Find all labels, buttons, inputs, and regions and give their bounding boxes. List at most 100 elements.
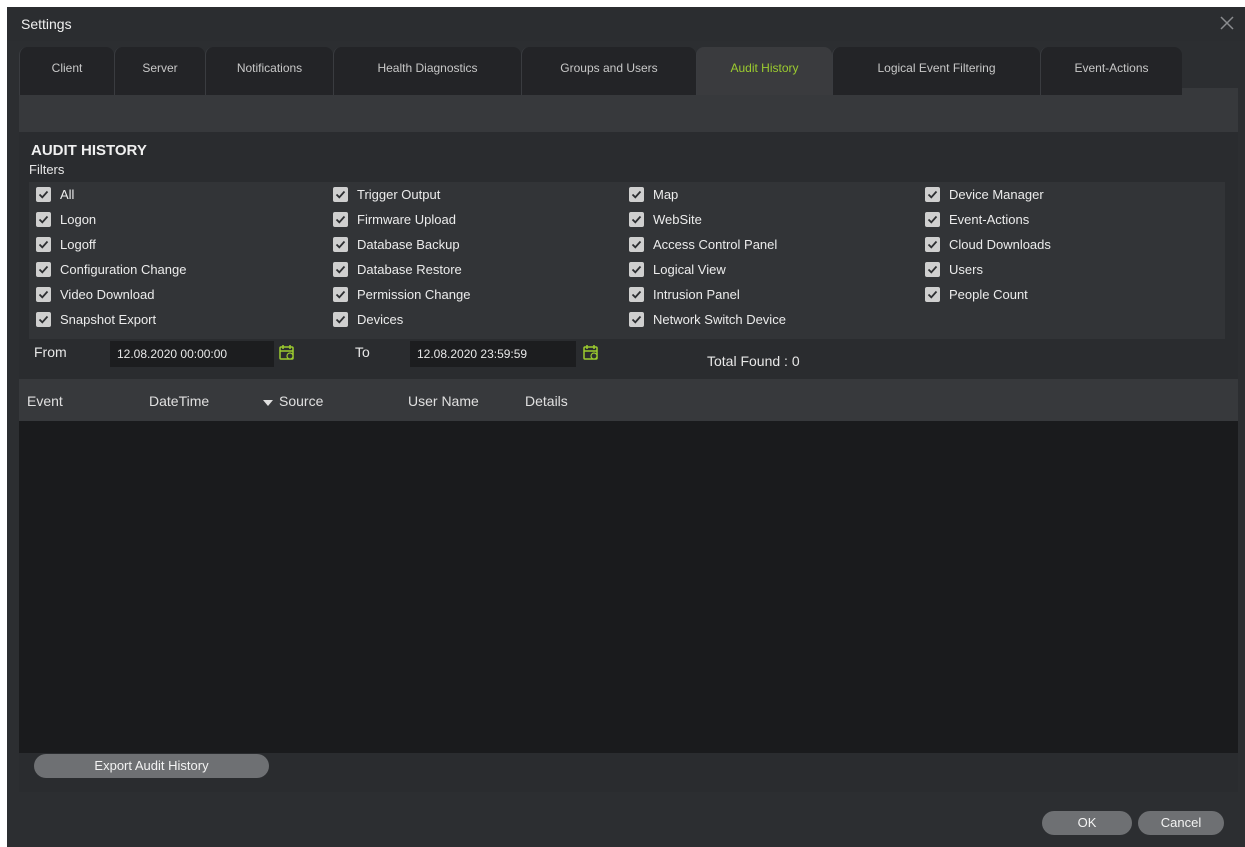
export-audit-history-button[interactable]: Export Audit History <box>34 754 269 778</box>
checkmark-icon[interactable] <box>36 286 51 302</box>
checkmark-icon[interactable] <box>629 311 644 327</box>
filter-label: Snapshot Export <box>60 311 157 327</box>
checkmark-icon[interactable] <box>333 311 348 327</box>
column-event[interactable]: Event <box>27 393 63 409</box>
checkmark-icon[interactable] <box>925 261 940 277</box>
tab-bar: Client Server Notifications Health Diagn… <box>19 47 1239 95</box>
tab-label: Notifications <box>236 61 303 75</box>
checkmark-icon[interactable] <box>629 261 644 277</box>
tab-logical-event-filtering[interactable]: Logical Event Filtering <box>832 47 1040 95</box>
checkmark-icon[interactable] <box>629 211 644 227</box>
checkmark-icon[interactable] <box>629 236 644 252</box>
checkmark-icon[interactable] <box>36 186 51 202</box>
checkmark-icon[interactable] <box>629 186 644 202</box>
column-details[interactable]: Details <box>525 393 568 409</box>
checkmark-icon[interactable] <box>36 311 51 327</box>
checkmark-icon[interactable] <box>36 261 51 277</box>
tab-notifications[interactable]: Notifications <box>205 47 333 95</box>
filter-label: Logical View <box>653 261 726 277</box>
filter-label: Devices <box>357 311 404 327</box>
filter-checkbox[interactable]: All <box>36 184 74 204</box>
filter-checkbox[interactable]: Cloud Downloads <box>925 234 1051 254</box>
filter-label: Logoff <box>60 236 96 252</box>
filter-label: Logon <box>60 211 97 227</box>
filter-label: Configuration Change <box>60 261 187 277</box>
sort-descending-icon[interactable] <box>262 399 274 407</box>
filter-checkbox[interactable]: Network Switch Device <box>629 309 786 329</box>
tab-label: Event-Actions <box>1074 61 1149 75</box>
filter-checkbox[interactable]: Snapshot Export <box>36 309 156 329</box>
filter-checkbox[interactable]: Device Manager <box>925 184 1044 204</box>
filter-checkbox[interactable]: Logoff <box>36 234 96 254</box>
filter-checkbox[interactable]: Permission Change <box>333 284 470 304</box>
filter-checkbox[interactable]: Database Backup <box>333 234 460 254</box>
calendar-icon[interactable] <box>278 344 296 362</box>
filter-checkbox[interactable]: Access Control Panel <box>629 234 777 254</box>
to-date-input[interactable]: 12.08.2020 23:59:59 <box>410 341 576 367</box>
filter-label: Event-Actions <box>949 211 1030 227</box>
tab-label: Health Diagnostics <box>377 61 478 75</box>
filter-checkbox[interactable]: Intrusion Panel <box>629 284 740 304</box>
column-source[interactable]: Source <box>279 393 323 409</box>
filters-box <box>29 182 1225 339</box>
checkmark-icon[interactable] <box>333 236 348 252</box>
checkmark-icon[interactable] <box>925 286 940 302</box>
tab-label: Logical Event Filtering <box>877 61 996 75</box>
filter-label: Trigger Output <box>357 186 441 202</box>
from-date-input[interactable]: 12.08.2020 00:00:00 <box>110 341 274 367</box>
filter-label: All <box>60 186 75 202</box>
filter-label: Access Control Panel <box>653 236 778 252</box>
tab-label: Groups and Users <box>560 61 658 75</box>
tab-client[interactable]: Client <box>19 47 114 95</box>
filter-checkbox[interactable]: Firmware Upload <box>333 209 456 229</box>
column-datetime[interactable]: DateTime <box>149 393 209 409</box>
filter-checkbox[interactable]: Users <box>925 259 983 279</box>
calendar-icon[interactable] <box>582 344 600 362</box>
settings-window: Settings Client Server Notifications Hea… <box>7 7 1245 847</box>
tab-label: Audit History <box>730 61 799 75</box>
checkmark-icon[interactable] <box>333 261 348 277</box>
checkmark-icon[interactable] <box>36 236 51 252</box>
filter-label: Firmware Upload <box>357 211 456 227</box>
filter-checkbox[interactable]: Database Restore <box>333 259 462 279</box>
filter-checkbox[interactable]: Trigger Output <box>333 184 440 204</box>
ok-button[interactable]: OK <box>1042 811 1132 835</box>
filter-checkbox[interactable]: Logical View <box>629 259 726 279</box>
filter-checkbox[interactable]: Configuration Change <box>36 259 186 279</box>
checkmark-icon[interactable] <box>333 186 348 202</box>
filter-label: Device Manager <box>949 186 1044 202</box>
title-bar: Settings <box>7 7 1245 41</box>
filter-label: Users <box>949 261 983 277</box>
to-label: To <box>355 344 370 360</box>
checkmark-icon[interactable] <box>36 211 51 227</box>
checkmark-icon[interactable] <box>925 211 940 227</box>
filter-label: Permission Change <box>357 286 471 302</box>
tab-event-actions[interactable]: Event-Actions <box>1040 47 1182 95</box>
filter-label: People Count <box>949 286 1028 302</box>
close-icon[interactable] <box>1217 13 1237 33</box>
audit-table-body[interactable] <box>19 421 1238 753</box>
checkmark-icon[interactable] <box>333 211 348 227</box>
checkmark-icon[interactable] <box>925 236 940 252</box>
cancel-button[interactable]: Cancel <box>1138 811 1224 835</box>
tab-groups-and-users[interactable]: Groups and Users <box>521 47 696 95</box>
filter-checkbox[interactable]: Logon <box>36 209 96 229</box>
checkmark-icon[interactable] <box>333 286 348 302</box>
filter-label: Map <box>653 186 679 202</box>
total-found: Total Found : 0 <box>707 353 800 369</box>
filter-checkbox[interactable]: Video Download <box>36 284 154 304</box>
filter-checkbox[interactable]: Devices <box>333 309 403 329</box>
column-user-name[interactable]: User Name <box>408 393 479 409</box>
filter-checkbox[interactable]: Event-Actions <box>925 209 1029 229</box>
tab-server[interactable]: Server <box>114 47 205 95</box>
filters-label: Filters <box>29 162 65 177</box>
filter-checkbox[interactable]: WebSite <box>629 209 702 229</box>
filter-checkbox[interactable]: People Count <box>925 284 1028 304</box>
tab-health-diagnostics[interactable]: Health Diagnostics <box>333 47 521 95</box>
checkmark-icon[interactable] <box>629 286 644 302</box>
from-label: From <box>34 344 67 360</box>
filter-label: Network Switch Device <box>653 311 786 327</box>
filter-checkbox[interactable]: Map <box>629 184 678 204</box>
checkmark-icon[interactable] <box>925 186 940 202</box>
tab-audit-history[interactable]: Audit History <box>696 47 832 95</box>
